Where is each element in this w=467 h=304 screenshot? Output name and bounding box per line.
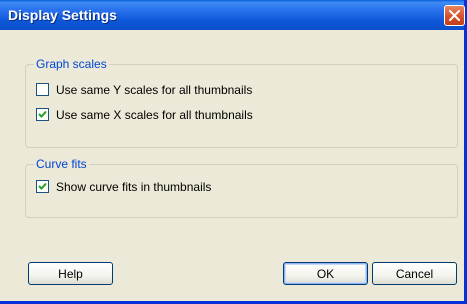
same-x-scales-option[interactable]: Use same X scales for all thumbnails: [36, 107, 253, 122]
same-y-scales-option[interactable]: Use same Y scales for all thumbnails: [36, 82, 252, 97]
curve-fits-group: Curve fits Show curve fits in thumbnails: [25, 157, 458, 218]
check-mark-icon: [38, 182, 47, 190]
dialog-title: Display Settings: [8, 7, 117, 23]
close-icon: [449, 10, 460, 21]
show-curve-fits-option[interactable]: Show curve fits in thumbnails: [36, 179, 211, 194]
display-settings-dialog: Display Settings Graph scales Use same Y…: [0, 0, 467, 304]
check-mark-icon: [38, 110, 47, 118]
same-y-scales-checkbox[interactable]: [36, 83, 49, 96]
show-curve-fits-label: Show curve fits in thumbnails: [56, 179, 212, 194]
graph-scales-group: Graph scales Use same Y scales for all t…: [25, 57, 458, 148]
curve-fits-legend: Curve fits: [34, 157, 89, 171]
help-button[interactable]: Help: [28, 262, 113, 285]
title-bar[interactable]: Display Settings: [0, 0, 465, 30]
graph-scales-legend: Graph scales: [34, 57, 109, 71]
same-x-scales-label: Use same X scales for all thumbnails: [56, 107, 253, 122]
same-y-scales-label: Use same Y scales for all thumbnails: [56, 82, 253, 97]
show-curve-fits-checkbox[interactable]: [36, 180, 49, 193]
same-x-scales-checkbox[interactable]: [36, 108, 49, 121]
close-button[interactable]: [444, 5, 465, 26]
ok-button[interactable]: OK: [283, 262, 368, 285]
cancel-button[interactable]: Cancel: [372, 262, 457, 285]
